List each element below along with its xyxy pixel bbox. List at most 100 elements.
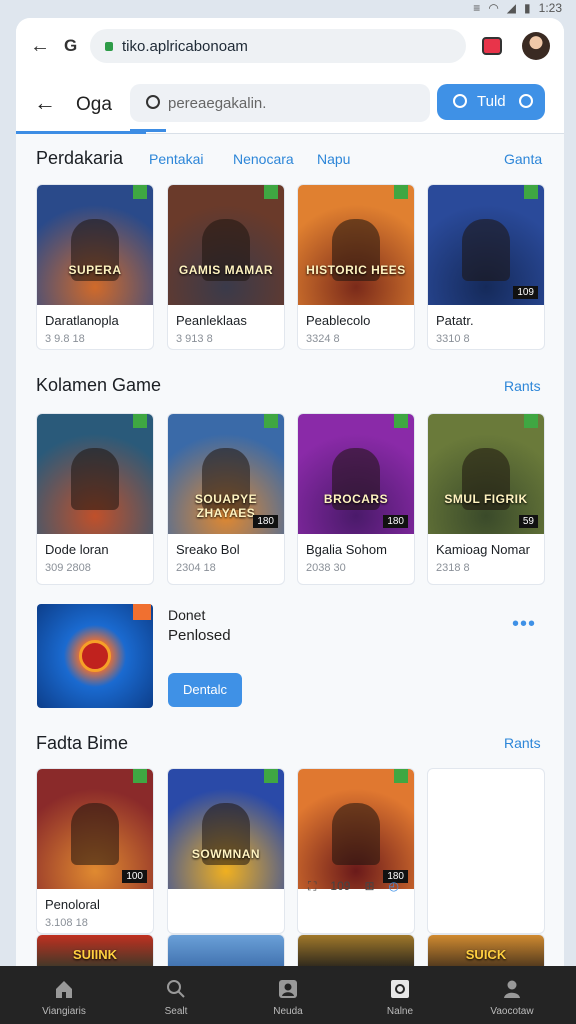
game-card[interactable]: SOWMNAN bbox=[167, 768, 285, 934]
vibrate-icon: ≡ bbox=[473, 1, 481, 15]
game-card[interactable]: GAMIS MAMAR Peanleklaas 3 913 8 bbox=[167, 184, 285, 350]
search-button[interactable]: Tuld bbox=[437, 84, 545, 120]
google-g-icon[interactable]: G bbox=[64, 34, 86, 58]
filter-tab[interactable]: Pentakai bbox=[149, 151, 203, 167]
back-arrow-icon[interactable]: ← bbox=[34, 90, 56, 116]
game-name: Peanleklaas bbox=[176, 313, 247, 328]
game-art-title: SOWMNAN bbox=[191, 847, 261, 861]
game-card[interactable]: Dode loran 309 2808 bbox=[36, 413, 154, 585]
rating-badge-icon bbox=[524, 185, 538, 199]
game-card[interactable] bbox=[167, 934, 285, 968]
lock-icon bbox=[105, 42, 113, 51]
url-text: tiko.aplricabonoam bbox=[122, 38, 248, 55]
browser-toolbar: ← G tiko.aplricabonoam bbox=[16, 18, 564, 74]
card-actions: ⛶ 109 ⊞ ◴ bbox=[308, 879, 399, 894]
rating-badge-icon bbox=[264, 414, 278, 428]
browser-window: ← G tiko.aplricabonoam ← Oga pereaegakal… bbox=[16, 18, 564, 968]
featured-subtitle: Penlosed bbox=[168, 627, 231, 644]
search-icon bbox=[453, 94, 467, 108]
game-card[interactable]: SOUAPYE ZHAYAES 180 Sreako Bol 2304 18 bbox=[167, 413, 285, 585]
bottom-nav: Viangiaris Sealt Neuda Nalne Vaocotaw bbox=[0, 966, 576, 1024]
game-art-title: GAMIS MAMAR bbox=[178, 263, 274, 277]
game-art bbox=[37, 414, 153, 534]
character-figure bbox=[71, 803, 119, 865]
game-meta: 3310 8 bbox=[436, 333, 470, 345]
character-figure bbox=[71, 448, 119, 510]
count-badge: 180 bbox=[383, 515, 408, 528]
search-input[interactable]: pereaegakalin. bbox=[130, 84, 430, 132]
game-art: HISTORIC HEES bbox=[298, 185, 414, 305]
game-art: BROCARS 180 bbox=[298, 414, 414, 534]
section-title: Kolamen Game bbox=[36, 375, 162, 395]
game-meta: 3 913 8 bbox=[176, 333, 213, 345]
nav-search[interactable]: Sealt bbox=[126, 972, 226, 1020]
nav-account[interactable]: Neuda bbox=[238, 972, 338, 1020]
featured-card[interactable]: Donet Penlosed Dentalc ••• bbox=[36, 603, 544, 711]
see-all-link[interactable]: Ganta bbox=[504, 151, 542, 167]
nav-home[interactable]: Viangiaris bbox=[14, 972, 114, 1020]
game-card[interactable]: HISTORIC HEES Peablecolo 3324 8 bbox=[297, 184, 415, 350]
game-meta: 3 9.8 18 bbox=[45, 333, 85, 345]
card-action-icon[interactable]: 109 bbox=[330, 879, 350, 894]
game-art: GAMIS MAMAR bbox=[168, 185, 284, 305]
nav-profile[interactable]: Vaocotaw bbox=[462, 972, 562, 1020]
search-button-label: Tuld bbox=[477, 93, 506, 110]
game-card bbox=[427, 768, 545, 934]
status-icons: ≡ ◠ ◢ ▮ 1:23 bbox=[473, 1, 562, 15]
wifi-icon: ◠ bbox=[488, 1, 499, 15]
see-all-link[interactable]: Rants bbox=[504, 735, 541, 751]
nav-screen[interactable]: Nalne bbox=[350, 972, 450, 1020]
game-art: 109 bbox=[428, 185, 544, 305]
search-icon bbox=[146, 95, 160, 109]
character-figure bbox=[462, 219, 510, 281]
game-name: Bgalia Sohom bbox=[306, 542, 387, 557]
featured-art bbox=[37, 604, 153, 708]
game-name: Penoloral bbox=[45, 897, 100, 912]
clock: 1:23 bbox=[538, 1, 562, 15]
person-icon bbox=[504, 980, 520, 998]
nav-label: Viangiaris bbox=[42, 1006, 86, 1017]
search-underline bbox=[130, 129, 166, 132]
section-title: Perdakaria bbox=[36, 148, 124, 168]
more-icon[interactable]: ••• bbox=[512, 613, 536, 636]
game-card[interactable]: SUICK bbox=[427, 934, 545, 968]
game-name: Patatr. bbox=[436, 313, 474, 328]
user-icon bbox=[519, 94, 533, 108]
game-card[interactable] bbox=[297, 934, 415, 968]
game-art-title: SUIINK bbox=[72, 947, 118, 962]
game-card[interactable]: SUIINK bbox=[36, 934, 154, 968]
game-name: Dode loran bbox=[45, 542, 109, 557]
address-bar[interactable]: tiko.aplricabonoam bbox=[90, 29, 466, 63]
filter-tab[interactable]: Nenocara bbox=[233, 151, 294, 167]
game-card[interactable]: SUPERA Daratlanopla 3 9.8 18 bbox=[36, 184, 154, 350]
game-meta: 2318 8 bbox=[436, 562, 470, 574]
avatar[interactable] bbox=[522, 32, 550, 60]
game-art-title: HISTORIC HEES bbox=[306, 263, 406, 277]
game-card[interactable]: 109 Patatr. 3310 8 bbox=[427, 184, 545, 350]
card-action-icon[interactable]: ⛶ bbox=[308, 879, 316, 894]
screen-icon bbox=[391, 980, 409, 998]
game-name: Daratlanopla bbox=[45, 313, 119, 328]
browser-back-icon[interactable]: ← bbox=[30, 34, 54, 58]
account-box-icon bbox=[279, 980, 297, 998]
game-meta: 309 2808 bbox=[45, 562, 91, 574]
search-placeholder: pereaegakalin. bbox=[168, 95, 267, 112]
card-action-icon[interactable]: ⊞ bbox=[364, 879, 374, 894]
card-action-icon[interactable]: ◴ bbox=[389, 879, 399, 894]
rating-badge-icon bbox=[264, 185, 278, 199]
filter-tab[interactable]: Napu bbox=[317, 151, 350, 167]
details-button[interactable]: Dentalc bbox=[168, 673, 242, 707]
rating-badge-icon bbox=[264, 769, 278, 783]
search-icon bbox=[167, 980, 185, 998]
game-card[interactable]: BROCARS 180 Bgalia Sohom 2038 30 bbox=[297, 413, 415, 585]
game-card[interactable]: 180 ⛶ 109 ⊞ ◴ bbox=[297, 768, 415, 934]
nav-label: Nalne bbox=[386, 1006, 414, 1017]
nav-label: Sealt bbox=[164, 1006, 188, 1017]
game-card[interactable]: 100 Penoloral 3.108 18 bbox=[36, 768, 154, 934]
game-meta: 2038 30 bbox=[306, 562, 346, 574]
nav-label: Vaocotaw bbox=[490, 1006, 534, 1017]
see-all-link[interactable]: Rants bbox=[504, 378, 541, 394]
game-card[interactable]: SMUL FIGRIK 59 Kamioag Nomar 2318 8 bbox=[427, 413, 545, 585]
tabs-icon[interactable] bbox=[482, 37, 502, 55]
count-badge: 109 bbox=[513, 286, 538, 299]
